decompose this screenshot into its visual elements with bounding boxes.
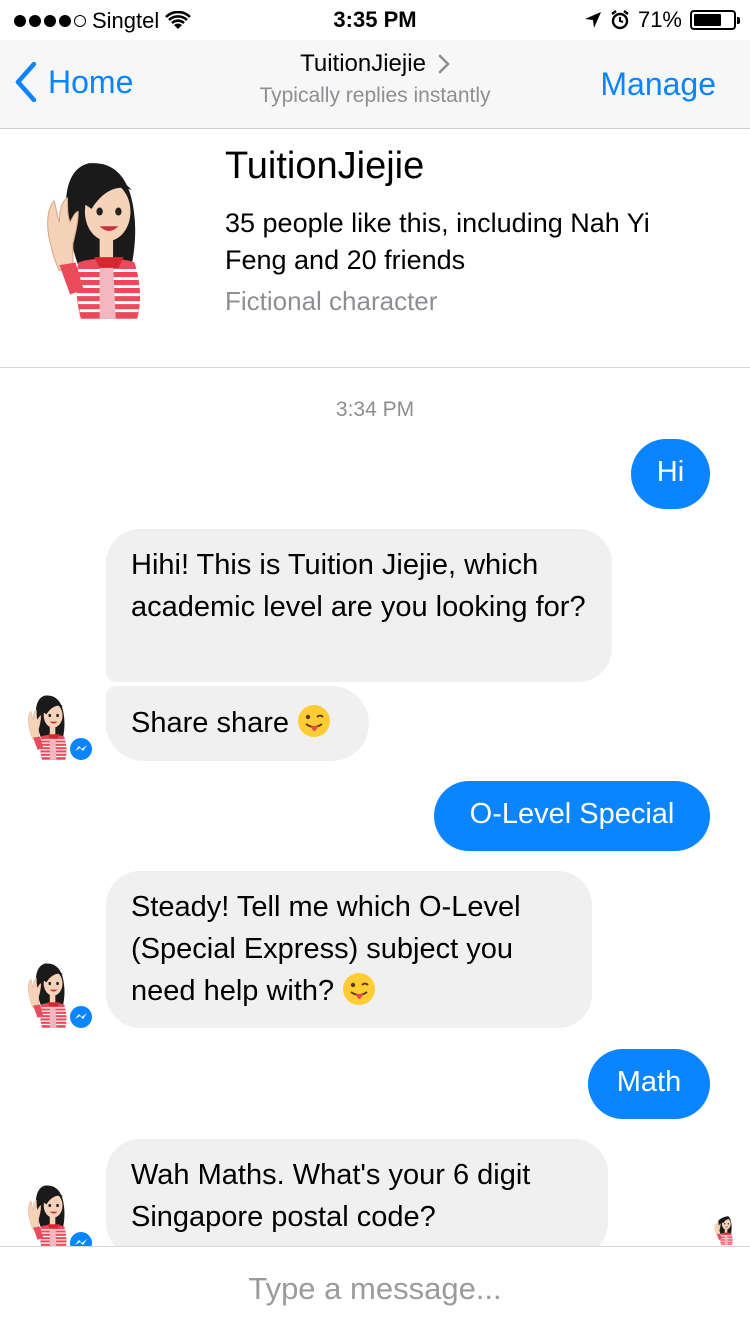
read-receipt-avatar (713, 1216, 747, 1250)
outgoing-message[interactable]: Math (588, 1049, 710, 1119)
profile-category: Fictional character (225, 286, 438, 316)
status-bar: Singtel 3:35 PM 71% (0, 0, 750, 40)
message-text: Share share (131, 707, 289, 739)
messenger-badge-icon (68, 1230, 94, 1246)
conversation-title: TuitionJiejie (300, 50, 426, 77)
status-right: 71% (584, 7, 740, 33)
page-profile-card[interactable]: TuitionJiejie 35 people like this, inclu… (0, 129, 750, 368)
navigation-bar: Home TuitionJiejie Typically replies ins… (0, 40, 750, 129)
incoming-message[interactable]: Steady! Tell me which O-Level (Special E… (106, 871, 592, 1028)
outgoing-message[interactable]: O-Level Special (434, 781, 710, 851)
message-text: Steady! Tell me which O-Level (Special E… (131, 891, 521, 1007)
sender-avatar[interactable] (24, 958, 94, 1030)
profile-avatar (38, 149, 172, 325)
incoming-message[interactable]: Share share (106, 686, 369, 761)
profile-likes: 35 people like this, including Nah Yi Fe… (225, 208, 650, 275)
messenger-badge-icon (68, 1004, 94, 1030)
message-text: Hi (656, 456, 685, 488)
message-timestamp: 3:34 PM (335, 398, 415, 421)
chevron-right-icon (438, 54, 450, 74)
battery-icon (690, 10, 740, 30)
message-input[interactable]: Type a message... (0, 1271, 750, 1307)
message-composer: Type a message... (0, 1246, 750, 1334)
location-arrow-icon (584, 12, 601, 28)
incoming-message[interactable]: Wah Maths. What's your 6 digit Singapore… (106, 1139, 608, 1257)
message-text: Wah Maths. What's your 6 digit Singapore… (131, 1159, 531, 1233)
message-text: Hihi! This is Tuition Jiejie, which acad… (131, 549, 586, 623)
battery-percent: 71% (637, 7, 682, 32)
sender-avatar[interactable] (24, 1180, 94, 1246)
outgoing-message[interactable]: Hi (631, 439, 710, 509)
profile-name: TuitionJiejie (225, 145, 425, 187)
message-text: Math (616, 1066, 682, 1098)
message-text: O-Level Special (469, 798, 675, 830)
manage-button[interactable]: Manage (600, 66, 716, 103)
sender-avatar[interactable] (24, 690, 94, 762)
messenger-badge-icon (68, 736, 94, 762)
alarm-icon (611, 10, 629, 30)
tongue-face-emoji-icon (343, 973, 376, 1005)
incoming-message[interactable]: Hihi! This is Tuition Jiejie, which acad… (106, 529, 612, 682)
tongue-face-emoji-icon (298, 705, 331, 737)
